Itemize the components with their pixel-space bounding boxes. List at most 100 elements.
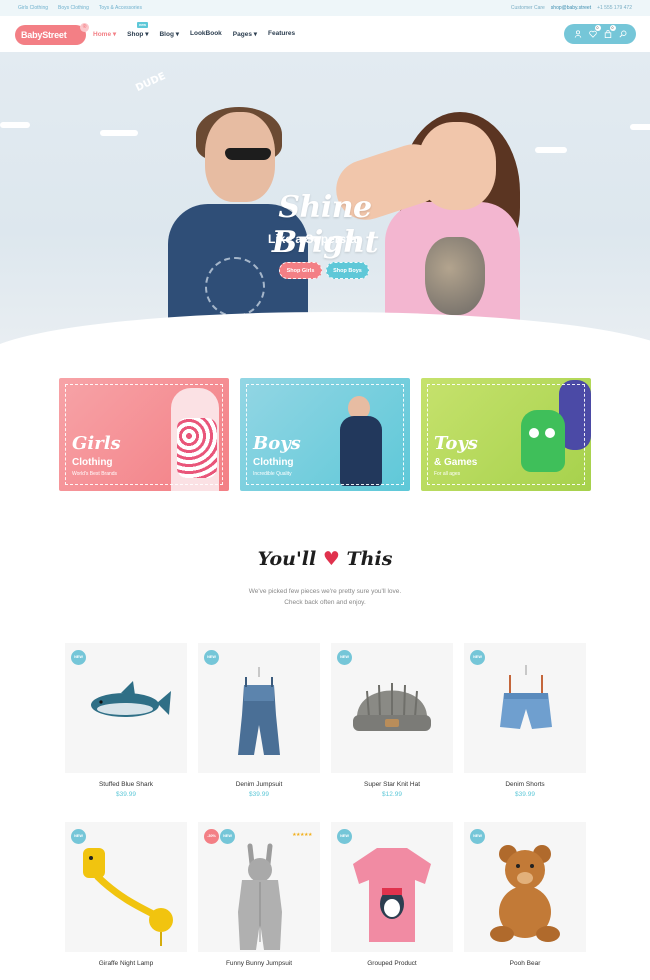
nav-item-label: Blog bbox=[159, 31, 174, 38]
product-image[interactable]: NEW bbox=[464, 822, 586, 952]
product-name[interactable]: Funny Bunny Jumpsuit bbox=[198, 960, 320, 967]
shirt-print bbox=[205, 257, 265, 317]
product-name[interactable]: Pooh Bear bbox=[464, 960, 586, 967]
product-image[interactable]: NEW bbox=[464, 643, 586, 773]
logo-mark: ® bbox=[80, 23, 89, 32]
category-subtitle: & Games bbox=[434, 457, 478, 468]
header-actions: 0 0 bbox=[564, 24, 636, 44]
main-nav: Home ▾ new Shop ▾ Blog ▾ LookBook Pages ▾… bbox=[93, 22, 306, 38]
cloud-decoration bbox=[630, 124, 650, 130]
shark-toy bbox=[91, 681, 171, 717]
product-name[interactable]: Denim Shorts bbox=[464, 781, 586, 788]
product-card[interactable]: -30% NEW ★★★★★ Funny Bunny Jumpsuit bbox=[198, 822, 320, 970]
cloud-decoration bbox=[535, 147, 567, 153]
new-badge: NEW bbox=[71, 650, 86, 665]
denim-jumpsuit-image bbox=[238, 667, 280, 755]
chevron-down-icon: ▾ bbox=[175, 31, 179, 38]
cart-icon[interactable]: 0 bbox=[603, 25, 616, 39]
chevron-down-icon: ▾ bbox=[253, 31, 258, 38]
product-name[interactable]: Stuffed Blue Shark bbox=[65, 781, 187, 788]
category-tagline: For all ages bbox=[434, 471, 461, 477]
product-name[interactable]: Denim Jumpsuit bbox=[198, 781, 320, 788]
topbar-link-boys[interactable]: Boys Clothing bbox=[58, 5, 89, 11]
product-card[interactable]: NEW Grouped Product bbox=[331, 822, 453, 970]
nav-item-blog[interactable]: Blog ▾ bbox=[159, 30, 179, 38]
product-price: $39.99 bbox=[515, 791, 535, 798]
section-description: We've picked few pieces we're pretty sur… bbox=[0, 586, 650, 608]
new-badge: NEW bbox=[337, 829, 352, 844]
denim-shorts-image bbox=[500, 665, 552, 729]
hero-subtitle: Like a Superstar bbox=[268, 232, 362, 246]
nav-item-label: Features bbox=[268, 30, 296, 37]
category-tagline: Incredible Quality bbox=[253, 471, 292, 477]
product-name[interactable]: Super Star Knit Hat bbox=[331, 781, 453, 788]
knit-hat-image bbox=[353, 683, 431, 731]
nav-item-lookbook[interactable]: LookBook bbox=[190, 30, 222, 38]
nav-item-pages[interactable]: Pages ▾ bbox=[233, 30, 257, 38]
product-image[interactable]: NEW bbox=[65, 643, 187, 773]
site-header: BabyStreet ® Home ▾ new Shop ▾ Blog ▾ Loo… bbox=[0, 16, 650, 52]
product-price: $12.99 bbox=[382, 791, 402, 798]
product-card[interactable]: NEW Denim Shorts $39.99 bbox=[464, 643, 586, 798]
section-title: You'll ♥ This bbox=[0, 548, 650, 570]
shop-new-badge: new bbox=[137, 22, 148, 28]
nav-item-label: Home bbox=[93, 31, 112, 38]
category-card-toys[interactable]: Toys & Games For all ages bbox=[421, 378, 591, 491]
product-name[interactable]: Giraffe Night Lamp bbox=[65, 960, 187, 967]
top-bar-links: Girls Clothing Boys Clothing Toys & Acce… bbox=[18, 5, 142, 11]
phone-number: +1 555 179 472 bbox=[597, 5, 632, 11]
logo[interactable]: BabyStreet ® bbox=[15, 23, 89, 45]
new-badge: NEW bbox=[337, 650, 352, 665]
product-image[interactable]: NEW bbox=[65, 822, 187, 952]
bunny-jumpsuit-image bbox=[238, 843, 282, 950]
nav-item-label: Pages bbox=[232, 31, 252, 38]
shop-girls-button[interactable]: Shop Girls bbox=[279, 262, 322, 279]
product-price: $39.99 bbox=[116, 791, 136, 798]
product-image[interactable]: NEW bbox=[331, 822, 453, 952]
section-title-part-1: You'll bbox=[257, 548, 317, 570]
sale-badge: -30% bbox=[204, 829, 219, 844]
category-title: Girls bbox=[72, 433, 121, 454]
dude-doodle: DUDE bbox=[134, 70, 168, 95]
product-name[interactable]: Grouped Product bbox=[331, 960, 453, 967]
product-image[interactable]: NEW bbox=[198, 643, 320, 773]
nav-item-label: Shop bbox=[127, 31, 144, 38]
sunglasses bbox=[225, 148, 271, 160]
new-badge: NEW bbox=[470, 650, 485, 665]
nav-item-home[interactable]: Home ▾ bbox=[93, 30, 116, 38]
user-icon[interactable] bbox=[573, 29, 583, 39]
logo-text: BabyStreet bbox=[21, 30, 67, 40]
section-desc-line-1: We've picked few pieces we're pretty sur… bbox=[248, 588, 402, 595]
product-image[interactable]: NEW bbox=[331, 643, 453, 773]
top-bar: Girls Clothing Boys Clothing Toys & Acce… bbox=[0, 0, 650, 16]
top-bar-contact: Customer Care shop@baby.street +1 555 17… bbox=[511, 5, 632, 11]
product-card[interactable]: NEW Stuffed Blue Shark $39.99 bbox=[65, 643, 187, 798]
product-card[interactable]: NEW Pooh Bear bbox=[464, 822, 586, 970]
heart-icon: ♥ bbox=[322, 548, 340, 570]
search-icon[interactable] bbox=[618, 29, 628, 39]
teddy-bear-image bbox=[490, 845, 560, 942]
nav-item-features[interactable]: Features bbox=[268, 30, 295, 38]
topbar-link-girls[interactable]: Girls Clothing bbox=[18, 5, 48, 11]
category-subtitle: Clothing bbox=[72, 457, 113, 468]
email-link[interactable]: shop@baby.street bbox=[551, 5, 591, 11]
customer-care-label: Customer Care bbox=[510, 5, 545, 11]
heart-icon[interactable]: 0 bbox=[588, 25, 601, 39]
category-subtitle: Clothing bbox=[253, 457, 294, 468]
nav-item-shop[interactable]: new Shop ▾ bbox=[127, 22, 149, 38]
rating-stars: ★★★★★ bbox=[292, 832, 312, 838]
category-card-boys[interactable]: Boys Clothing Incredible Quality bbox=[240, 378, 410, 491]
pink-sweater-image bbox=[353, 848, 431, 942]
product-card[interactable]: NEW Super Star Knit Hat $12.99 bbox=[331, 643, 453, 798]
category-card-girls[interactable]: Girls Clothing World's Best Brands bbox=[59, 378, 229, 491]
chevron-down-icon: ▾ bbox=[145, 31, 149, 38]
section-title-part-2: This bbox=[346, 548, 393, 570]
product-image[interactable]: -30% NEW ★★★★★ bbox=[198, 822, 320, 952]
cart-count: 0 bbox=[609, 25, 616, 31]
cloud-decoration bbox=[100, 130, 138, 136]
product-card[interactable]: NEW Giraffe Night Lamp bbox=[65, 822, 187, 970]
topbar-link-toys[interactable]: Toys & Accessories bbox=[99, 5, 142, 11]
new-badge: NEW bbox=[204, 650, 219, 665]
shop-boys-button[interactable]: Shop Boys bbox=[326, 262, 369, 279]
product-card[interactable]: NEW Denim Jumpsuit $39.99 bbox=[198, 643, 320, 798]
